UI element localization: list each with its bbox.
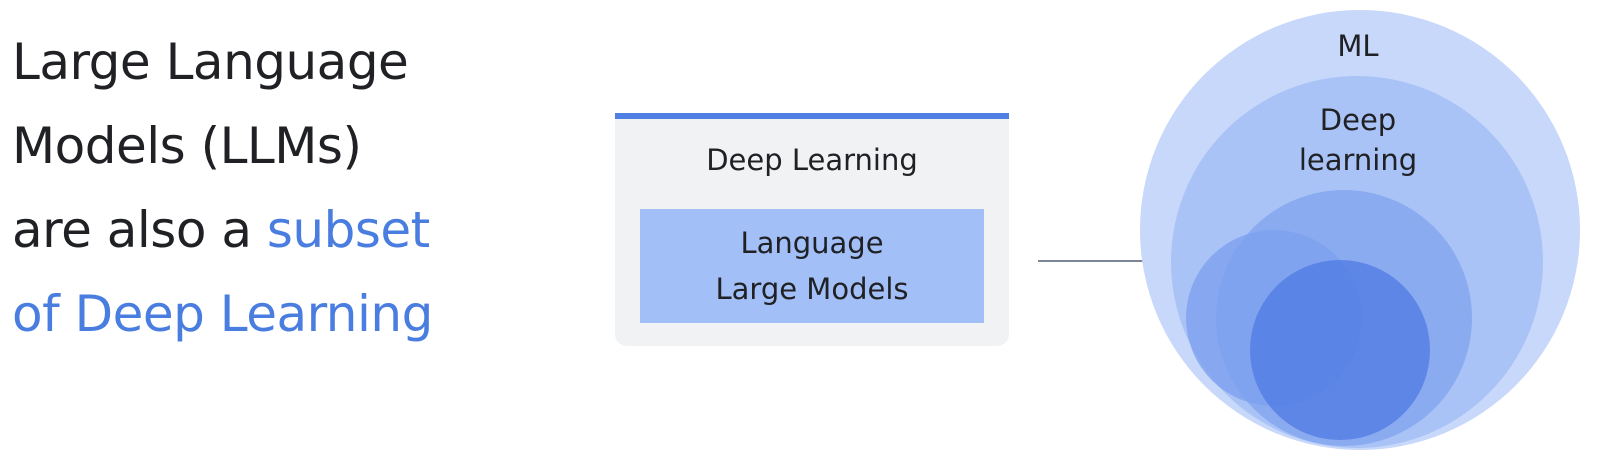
- venn-diagram: ML Deep learning: [1140, 10, 1580, 450]
- venn-label-ml: ML: [1337, 29, 1378, 63]
- headline-line-2: Models (LLMs): [12, 117, 362, 175]
- card-top-bar: [615, 113, 1009, 119]
- venn-circle-core: [1250, 260, 1430, 440]
- card-title: Deep Learning: [706, 143, 918, 177]
- headline-accent-subset: subset: [266, 201, 430, 259]
- llm-inner-line-2: Large Models: [715, 272, 909, 306]
- headline-line-1: Large Language: [12, 33, 409, 91]
- llm-inner-box: Language Large Models: [640, 209, 984, 323]
- venn-label-deep: Deep: [1320, 103, 1396, 137]
- venn-label-learning: learning: [1299, 143, 1417, 177]
- headline: Large Language Models (LLMs) are also a …: [12, 20, 572, 356]
- headline-line-3-prefix: are also a: [12, 201, 267, 259]
- llm-inner-line-1: Language: [740, 226, 884, 260]
- headline-accent-deep-learning: of Deep Learning: [12, 285, 433, 343]
- deep-learning-card: Deep Learning Language Large Models: [615, 113, 1009, 346]
